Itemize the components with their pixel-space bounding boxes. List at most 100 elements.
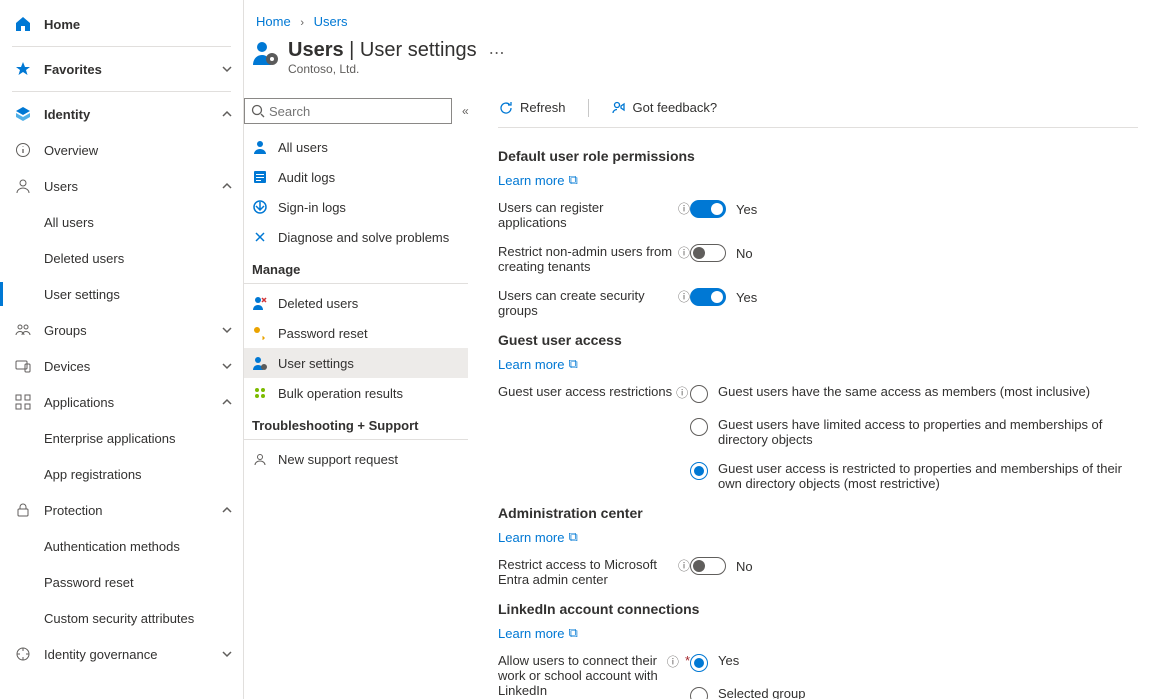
user-icon [14, 177, 32, 195]
page-title: Users | User settings [288, 39, 477, 62]
sidebar-item-home[interactable]: Home [0, 6, 243, 42]
nav-label: New support request [278, 452, 398, 467]
nav-label: Bulk operation results [278, 386, 403, 401]
radio-guest-opt3[interactable] [690, 462, 708, 480]
nav-diagnose[interactable]: Diagnose and solve problems [244, 222, 468, 252]
sidebar-item-applications[interactable]: Applications [0, 384, 243, 420]
learn-more-link[interactable]: Learn more ⧉ [498, 356, 578, 372]
sidebar-item-app-registrations[interactable]: App registrations [0, 456, 243, 492]
info-icon[interactable]: ⓘ [678, 200, 690, 217]
star-icon [14, 60, 32, 78]
sidebar-item-label: Applications [44, 395, 114, 410]
nav-deleted-users[interactable]: Deleted users [244, 288, 468, 318]
secondary-sidebar: « All users Audit logs Sign-in logs Diag… [244, 88, 468, 699]
sidebar-item-enterprise-apps[interactable]: Enterprise applications [0, 420, 243, 456]
radio-label: Selected group [718, 686, 805, 699]
nav-bulk-ops[interactable]: Bulk operation results [244, 378, 468, 408]
breadcrumb-home[interactable]: Home [256, 14, 291, 29]
nav-label: Diagnose and solve problems [278, 230, 449, 245]
nav-new-support[interactable]: New support request [244, 444, 468, 474]
primary-sidebar: Home Favorites Identity Overview Users A… [0, 0, 244, 699]
learn-more-link[interactable]: Learn more ⧉ [498, 529, 578, 545]
guest-access-radio-group: Guest users have the same access as memb… [690, 384, 1130, 491]
command-bar: Refresh Got feedback? [498, 88, 1138, 128]
user-icon [252, 139, 268, 155]
toggle-register-apps[interactable] [690, 200, 726, 218]
sidebar-item-overview[interactable]: Overview [0, 132, 243, 168]
nav-password-reset[interactable]: Password reset [244, 318, 468, 348]
nav-user-settings[interactable]: User settings [244, 348, 468, 378]
breadcrumb: Home › Users [252, 10, 1158, 39]
info-icon[interactable]: ⓘ [676, 384, 688, 401]
sidebar-item-all-users[interactable]: All users [0, 204, 243, 240]
setting-label: Restrict access to Microsoft Entra admin… [498, 557, 674, 587]
search-input-wrapper[interactable] [244, 98, 452, 124]
radio-linkedin-yes[interactable] [690, 654, 708, 672]
nav-all-users[interactable]: All users [244, 132, 468, 162]
learn-more-link[interactable]: Learn more ⧉ [498, 625, 578, 641]
toggle-create-sec-groups[interactable] [690, 288, 726, 306]
more-actions-button[interactable]: ⋯ [489, 39, 505, 63]
users-settings-icon [252, 39, 280, 67]
external-link-icon: ⧉ [568, 625, 577, 641]
sidebar-item-label: Deleted users [44, 251, 124, 266]
nav-signin-logs[interactable]: Sign-in logs [244, 192, 468, 222]
devices-icon [14, 357, 32, 375]
feedback-button[interactable]: Got feedback? [611, 100, 718, 116]
sidebar-item-label: Home [44, 17, 80, 32]
section-heading-admin-center: Administration center [498, 505, 1138, 521]
support-icon [252, 451, 268, 467]
sidebar-item-users[interactable]: Users [0, 168, 243, 204]
sidebar-item-protection[interactable]: Protection [0, 492, 243, 528]
info-icon[interactable]: ⓘ [678, 244, 690, 261]
nav-audit-logs[interactable]: Audit logs [244, 162, 468, 192]
refresh-button[interactable]: Refresh [498, 100, 566, 116]
sidebar-item-custom-sec-attrs[interactable]: Custom security attributes [0, 600, 243, 636]
info-icon[interactable]: ⓘ [678, 557, 690, 574]
feedback-icon [611, 100, 627, 116]
sidebar-item-identity-governance[interactable]: Identity governance [0, 636, 243, 672]
nav-label: Audit logs [278, 170, 335, 185]
setting-label: Users can create security groups [498, 288, 674, 318]
radio-linkedin-selected-group[interactable] [690, 687, 708, 699]
info-icon[interactable]: ⓘ [678, 288, 690, 305]
governance-icon [14, 645, 32, 663]
nav-label: Sign-in logs [278, 200, 346, 215]
sidebar-item-auth-methods[interactable]: Authentication methods [0, 528, 243, 564]
search-icon [251, 104, 265, 118]
refresh-label: Refresh [520, 100, 566, 115]
chevron-down-icon [221, 324, 233, 336]
sidebar-item-password-reset[interactable]: Password reset [0, 564, 243, 600]
breadcrumb-separator: › [300, 17, 304, 29]
toggle-restrict-tenants[interactable] [690, 244, 726, 262]
sidebar-item-user-settings[interactable]: User settings [0, 276, 243, 312]
toggle-value: Yes [736, 202, 757, 217]
sidebar-item-label: Users [44, 179, 78, 194]
sidebar-item-favorites[interactable]: Favorites [0, 51, 243, 87]
learn-more-link[interactable]: Learn more ⧉ [498, 172, 578, 188]
page-header: Home › Users Users | User settings Conto… [244, 0, 1158, 88]
toggle-value: No [736, 559, 753, 574]
breadcrumb-users[interactable]: Users [314, 14, 348, 29]
radio-guest-opt1[interactable] [690, 385, 708, 403]
setting-label: Users can register applications [498, 200, 674, 230]
key-icon [252, 325, 268, 341]
section-heading-linkedin: LinkedIn account connections [498, 601, 1138, 617]
info-icon [14, 141, 32, 159]
info-icon[interactable]: ⓘ [667, 653, 679, 670]
apps-icon [14, 393, 32, 411]
search-input[interactable] [269, 104, 445, 119]
setting-label: Restrict non-admin users from creating t… [498, 244, 674, 274]
radio-label: Yes [718, 653, 739, 668]
nav-label: Password reset [278, 326, 368, 341]
sidebar-item-label: Custom security attributes [44, 611, 194, 626]
sidebar-item-groups[interactable]: Groups [0, 312, 243, 348]
toggle-restrict-admin-center[interactable] [690, 557, 726, 575]
sidebar-item-deleted-users[interactable]: Deleted users [0, 240, 243, 276]
sidebar-item-identity[interactable]: Identity [0, 96, 243, 132]
radio-guest-opt2[interactable] [690, 418, 708, 436]
signin-icon [252, 199, 268, 215]
feedback-label: Got feedback? [633, 100, 718, 115]
radio-label: Guest users have limited access to prope… [718, 417, 1130, 447]
sidebar-item-devices[interactable]: Devices [0, 348, 243, 384]
